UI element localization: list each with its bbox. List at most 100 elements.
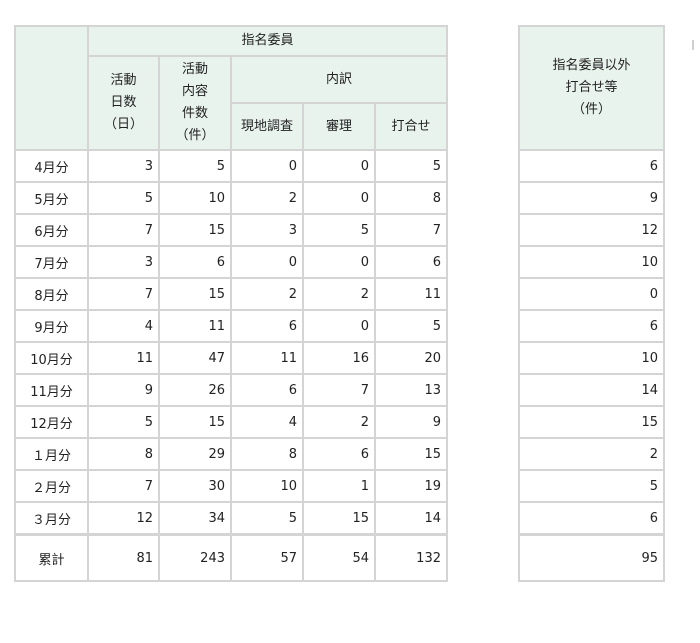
table-row: 2 [518, 437, 665, 471]
cell-items: 30 [158, 469, 232, 503]
cell-survey: 57 [230, 533, 304, 582]
row-label: ３月分 [14, 501, 89, 536]
cell-meet: 14 [374, 501, 448, 536]
row-label: 9月分 [14, 309, 89, 343]
cell-review: 0 [302, 245, 376, 279]
cell-review: 2 [302, 405, 376, 439]
cell-days: 3 [87, 149, 160, 183]
cell-other: 10 [518, 245, 665, 279]
table-row: 5 [518, 469, 665, 503]
cell-items: 47 [158, 341, 232, 375]
header-activity-days: 活動 日数 （日） [87, 55, 160, 151]
cell-items: 15 [158, 213, 232, 247]
cell-meet: 132 [374, 533, 448, 582]
table-row: 10 [518, 245, 665, 279]
cell-review: 0 [302, 149, 376, 183]
row-label: 5月分 [14, 181, 89, 215]
cell-survey: 6 [230, 309, 304, 343]
cell-meet: 8 [374, 181, 448, 215]
table-row: ２月分 7 30 10 1 19 [14, 469, 448, 503]
cell-meet: 11 [374, 277, 448, 311]
cell-items: 5 [158, 149, 232, 183]
page-edge-mark [692, 40, 694, 50]
header-site-survey: 現地調査 [230, 102, 304, 151]
cell-other: 10 [518, 341, 665, 375]
cell-survey: 2 [230, 181, 304, 215]
cell-survey: 2 [230, 277, 304, 311]
cell-other: 5 [518, 469, 665, 503]
corner-cell [14, 25, 89, 151]
table-row: 10 [518, 341, 665, 375]
cell-review: 15 [302, 501, 376, 536]
cell-review: 1 [302, 469, 376, 503]
cell-meet: 15 [374, 437, 448, 471]
table-row: 12月分 5 15 4 2 9 [14, 405, 448, 439]
row-label: 11月分 [14, 373, 89, 407]
cell-meet: 5 [374, 309, 448, 343]
committee-activity-table: 指名委員 活動 日数 （日） 活動 内容 件数 （件） 内訳 現地調査 審理 打… [14, 25, 448, 582]
table-row: 9 [518, 181, 665, 215]
cell-days: 7 [87, 469, 160, 503]
table-row: 0 [518, 277, 665, 311]
cell-items: 243 [158, 533, 232, 582]
cell-review: 16 [302, 341, 376, 375]
cell-review: 2 [302, 277, 376, 311]
cell-survey: 0 [230, 149, 304, 183]
cell-survey: 6 [230, 373, 304, 407]
cell-review: 54 [302, 533, 376, 582]
table-row: 7月分 3 6 0 0 6 [14, 245, 448, 279]
cell-days: 7 [87, 213, 160, 247]
cell-days: 3 [87, 245, 160, 279]
header-deliberation: 審理 [302, 102, 376, 151]
cell-review: 7 [302, 373, 376, 407]
total-row: 累計 81 243 57 54 132 [14, 533, 448, 582]
row-label: 10月分 [14, 341, 89, 375]
cell-survey: 3 [230, 213, 304, 247]
cell-meet: 5 [374, 149, 448, 183]
table-row: 6月分 7 15 3 5 7 [14, 213, 448, 247]
cell-meet: 13 [374, 373, 448, 407]
row-label: 累計 [14, 533, 89, 582]
total-row: 95 [518, 533, 665, 582]
row-label: 6月分 [14, 213, 89, 247]
cell-days: 12 [87, 501, 160, 536]
table-row: ３月分 12 34 5 15 14 [14, 501, 448, 536]
cell-meet: 6 [374, 245, 448, 279]
cell-review: 6 [302, 437, 376, 471]
cell-meet: 20 [374, 341, 448, 375]
row-label: １月分 [14, 437, 89, 471]
table-row: 14 [518, 373, 665, 407]
table-row: 10月分 11 47 11 16 20 [14, 341, 448, 375]
cell-other: 6 [518, 501, 665, 536]
cell-days: 9 [87, 373, 160, 407]
cell-meet: 7 [374, 213, 448, 247]
cell-items: 26 [158, 373, 232, 407]
cell-other: 14 [518, 373, 665, 407]
cell-meet: 9 [374, 405, 448, 439]
table-row: 6 [518, 149, 665, 183]
header-other-meetings: 指名委員以外 打合せ等 （件） [518, 25, 665, 151]
header-activity-items: 活動 内容 件数 （件） [158, 55, 232, 151]
cell-review: 0 [302, 181, 376, 215]
table-row: １月分 8 29 8 6 15 [14, 437, 448, 471]
cell-items: 10 [158, 181, 232, 215]
table-row: 15 [518, 405, 665, 439]
row-label: 8月分 [14, 277, 89, 311]
row-label: 7月分 [14, 245, 89, 279]
cell-other: 6 [518, 149, 665, 183]
cell-items: 29 [158, 437, 232, 471]
cell-survey: 10 [230, 469, 304, 503]
header-breakdown: 内訳 [230, 55, 448, 104]
table-row: 6 [518, 501, 665, 536]
row-label: 12月分 [14, 405, 89, 439]
cell-other: 12 [518, 213, 665, 247]
cell-survey: 5 [230, 501, 304, 536]
cell-review: 5 [302, 213, 376, 247]
cell-survey: 0 [230, 245, 304, 279]
cell-items: 34 [158, 501, 232, 536]
cell-days: 5 [87, 405, 160, 439]
header-meeting: 打合せ [374, 102, 448, 151]
cell-other: 6 [518, 309, 665, 343]
cell-survey: 8 [230, 437, 304, 471]
cell-items: 15 [158, 277, 232, 311]
